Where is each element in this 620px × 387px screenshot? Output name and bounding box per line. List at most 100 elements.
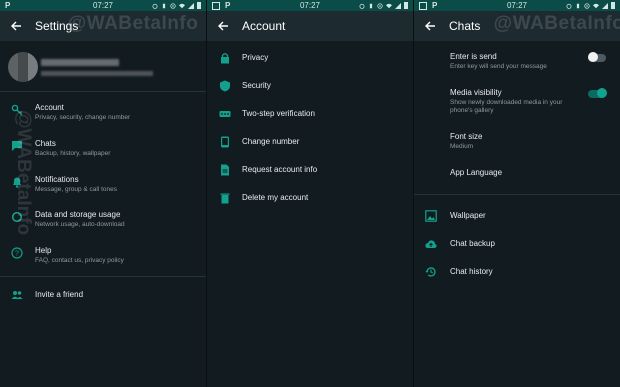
item-label: Chats <box>35 139 56 148</box>
wifi-icon <box>386 3 392 8</box>
back-arrow-icon[interactable] <box>10 20 22 32</box>
account-screen: P 07:27 Account @WABetaInfo Privacy <box>207 0 413 387</box>
alarm-icon <box>566 3 572 9</box>
chats-item-media-visibility[interactable]: Media visibility Show newly downloaded m… <box>414 84 620 120</box>
hotspot-icon <box>377 2 383 9</box>
settings-item-data-storage[interactable]: Data and storage usage Network usage, au… <box>0 206 206 240</box>
back-arrow-icon[interactable] <box>217 20 229 32</box>
page-title: Settings <box>35 19 79 33</box>
back-arrow-icon[interactable] <box>424 20 436 32</box>
chats-item-font-size[interactable]: Font size Medium <box>414 128 620 156</box>
battery-icon <box>611 2 615 9</box>
item-label: Account <box>35 103 64 112</box>
item-label: Change number <box>242 137 300 146</box>
item-subtitle: Network usage, auto-download <box>35 221 125 228</box>
phone-icon <box>221 136 229 148</box>
item-subtitle: Enter key will send your message <box>450 63 547 70</box>
screenshot-collage: P 07:27 Settings @WABetaInfo Account Pri… <box>0 0 620 387</box>
settings-item-account[interactable]: Account Privacy, security, change number <box>0 99 206 133</box>
item-subtitle: Privacy, security, change number <box>35 114 131 121</box>
cloud-upload-icon <box>425 240 437 248</box>
wifi-icon <box>179 3 185 8</box>
account-item-two-step[interactable]: Two-step verification <box>207 104 413 126</box>
lock-icon <box>221 53 229 64</box>
chats-item-chat-backup[interactable]: Chat backup <box>414 234 620 256</box>
account-item-delete[interactable]: Delete my account <box>207 188 413 210</box>
item-subtitle: Backup, history, wallpaper <box>35 150 111 157</box>
account-item-change-number[interactable]: Change number <box>207 132 413 154</box>
alarm-icon <box>152 3 158 9</box>
item-label: Chat history <box>450 267 493 276</box>
settings-item-chats[interactable]: Chats Backup, history, wallpaper <box>0 135 206 169</box>
item-label: Request account info <box>242 165 318 174</box>
item-subtitle: Show newly downloaded media in your <box>450 99 563 106</box>
hotspot-icon <box>584 2 590 9</box>
divider <box>0 276 206 277</box>
item-label: Two-step verification <box>242 109 315 118</box>
account-item-security[interactable]: Security <box>207 76 413 98</box>
item-label: Delete my account <box>242 193 309 202</box>
item-label: Privacy <box>242 53 269 62</box>
signal-icon <box>602 2 608 9</box>
chats-screen: P 07:27 Chats @WABetaInfo Enter is send … <box>414 0 620 387</box>
dots-icon <box>219 111 231 117</box>
signal-icon <box>395 2 401 9</box>
item-label: Notifications <box>35 175 79 184</box>
item-label: Security <box>242 81 271 90</box>
wallpaper-icon <box>425 210 437 222</box>
item-label: Enter is send <box>450 52 497 61</box>
trash-icon <box>220 193 230 204</box>
profile-name-blurred <box>41 59 119 66</box>
item-subtitle: Message, group & call tones <box>35 186 118 193</box>
item-label: Data and storage usage <box>35 210 121 219</box>
app-bar: Chats @WABetaInfo <box>414 11 620 41</box>
account-item-request-info[interactable]: Request account info <box>207 160 413 182</box>
battery-icon <box>197 2 201 9</box>
vibrate-icon <box>369 3 373 8</box>
vibrate-icon <box>576 3 580 8</box>
item-subtitle: Medium <box>450 143 474 150</box>
item-label: Help <box>35 246 52 255</box>
chat-icon <box>12 141 22 151</box>
chats-item-chat-history[interactable]: Chat history <box>414 262 620 284</box>
chats-item-enter-is-send[interactable]: Enter is send Enter key will send your m… <box>414 48 620 78</box>
chats-item-wallpaper[interactable]: Wallpaper <box>414 206 620 228</box>
history-icon <box>425 267 436 277</box>
document-icon <box>221 164 229 176</box>
item-label: Media visibility <box>450 88 502 97</box>
watermark: @WABetaInfo <box>493 13 620 34</box>
profile-status-blurred <box>41 71 153 76</box>
settings-item-invite[interactable]: Invite a friend <box>0 285 206 307</box>
profile-row[interactable] <box>8 52 198 82</box>
status-bar: P 07:27 <box>207 0 413 11</box>
status-bar: P 07:27 <box>414 0 620 11</box>
vibrate-icon <box>162 3 166 8</box>
divider <box>0 91 206 92</box>
page-title: Chats <box>449 19 481 33</box>
battery-icon <box>404 2 408 9</box>
shield-icon <box>220 80 230 92</box>
item-label: Wallpaper <box>450 211 486 220</box>
app-bar: Account <box>207 11 413 41</box>
hotspot-icon <box>170 2 176 9</box>
divider <box>414 194 620 195</box>
svg-text:?: ? <box>15 251 19 258</box>
settings-item-notifications[interactable]: Notifications Message, group & call tone… <box>0 171 206 205</box>
data-usage-icon <box>11 211 23 223</box>
wifi-icon <box>593 3 599 8</box>
item-subtitle: FAQ, contact us, privacy policy <box>35 257 124 264</box>
account-item-privacy[interactable]: Privacy <box>207 48 413 70</box>
settings-item-help[interactable]: ? Help FAQ, contact us, privacy policy <box>0 242 206 276</box>
item-label: Invite a friend <box>35 290 84 299</box>
chats-item-app-language[interactable]: App Language <box>414 163 620 185</box>
page-title: Account <box>242 19 286 33</box>
item-subtitle-line2: phone's gallery <box>450 107 494 114</box>
avatar[interactable] <box>8 52 38 82</box>
item-label: App Language <box>450 168 503 177</box>
media-visibility-toggle[interactable] <box>588 88 607 98</box>
enter-is-send-toggle[interactable] <box>588 52 606 62</box>
status-bar: P 07:27 <box>0 0 206 11</box>
settings-screen: P 07:27 Settings @WABetaInfo Account Pri… <box>0 0 206 387</box>
item-label: Font size <box>450 132 483 141</box>
bell-icon <box>13 177 21 188</box>
